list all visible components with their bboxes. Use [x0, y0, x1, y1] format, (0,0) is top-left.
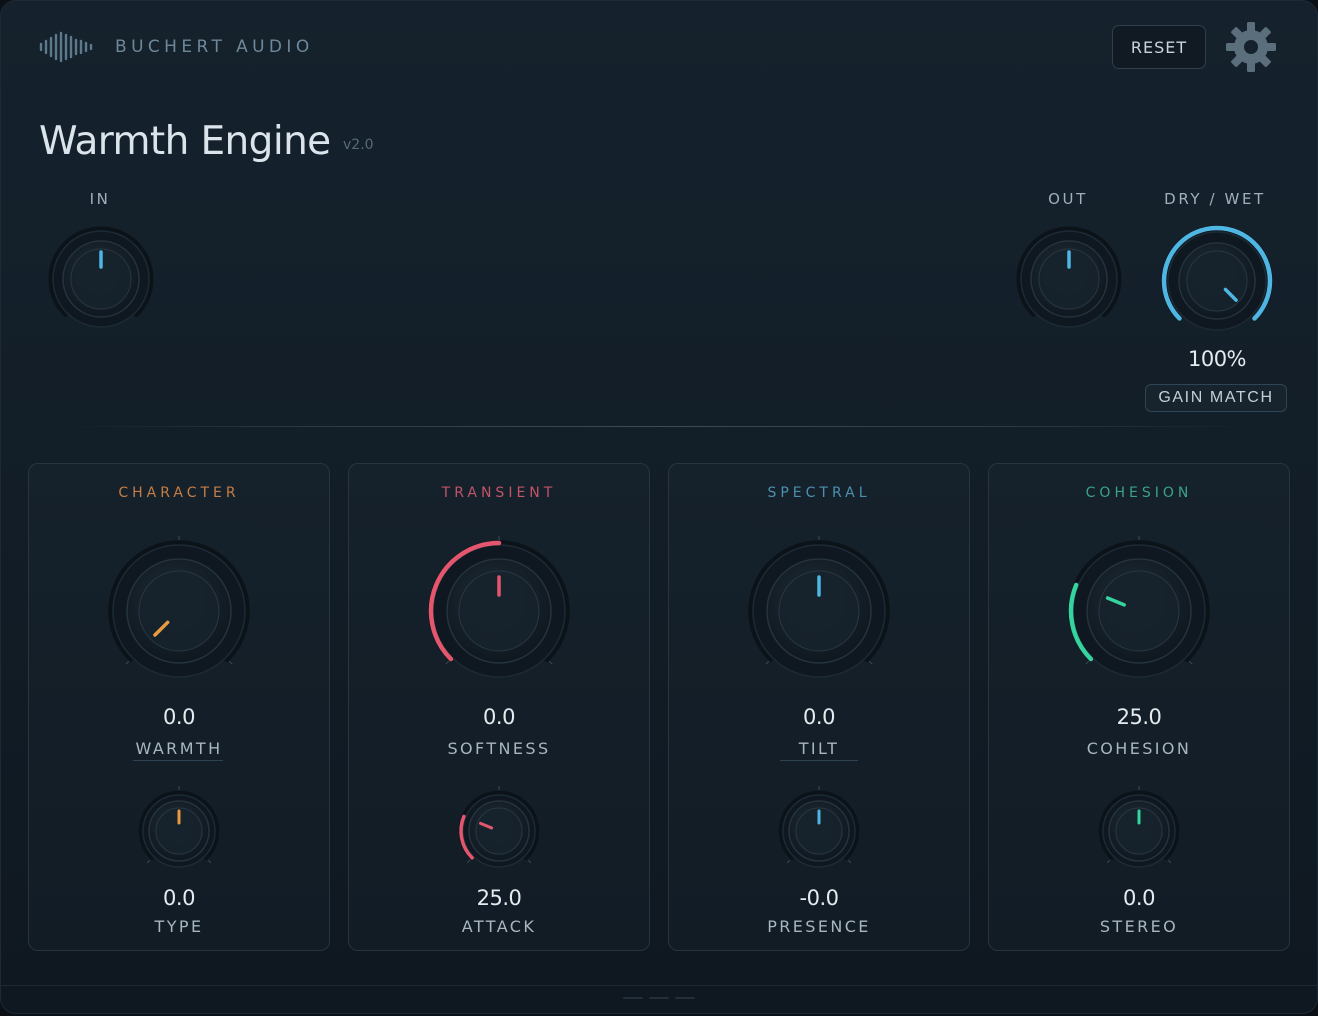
plugin-window: BUCHERT AUDIO RESET Warmth Engine v2.0 I… [0, 0, 1318, 1014]
section-divider [61, 426, 1257, 427]
softness-value: 0.0 [483, 705, 515, 729]
knob-tick [125, 660, 130, 665]
knob-cap [475, 807, 523, 855]
cohesion-knob[interactable] [1059, 531, 1219, 691]
output-label: OUT [1048, 190, 1088, 208]
knob-tick [1167, 859, 1172, 864]
waveform-icon [39, 31, 93, 63]
panel-title: CHARACTER [118, 485, 240, 501]
softness-knob[interactable] [419, 531, 579, 691]
knob-tick [228, 660, 233, 665]
knob-tick [1188, 660, 1193, 665]
dry-wet-knob[interactable] [1159, 223, 1275, 339]
knob-tick [207, 859, 212, 864]
knob-cap [1186, 250, 1248, 312]
knob-tick [847, 859, 852, 864]
type-value: 0.0 [163, 886, 195, 910]
knob-tick [765, 660, 770, 665]
dry-wet-label: DRY / WET [1164, 190, 1266, 208]
resize-grip[interactable] [675, 997, 695, 999]
knob-tick [1106, 859, 1111, 864]
attack-value: 25.0 [476, 886, 522, 910]
footer-divider [1, 985, 1317, 986]
stereo-label: STEREO [1099, 917, 1179, 936]
input-label: IN [89, 190, 111, 208]
tilt-value: 0.0 [803, 705, 835, 729]
warmth-underline [133, 760, 223, 761]
warmth-value: 0.0 [163, 705, 195, 729]
cohesion-label: COHESION [1086, 739, 1192, 758]
panel-title: TRANSIENT [441, 485, 557, 501]
knob-tick [868, 660, 873, 665]
knob-cap [1098, 570, 1180, 652]
attack-knob[interactable] [451, 783, 547, 879]
gear-icon[interactable] [1225, 21, 1277, 73]
tilt-underline [780, 760, 858, 761]
warmth-label: WARMTH [135, 739, 223, 758]
reset-button[interactable]: RESET [1112, 25, 1206, 69]
tilt-knob[interactable] [739, 531, 899, 691]
plugin-title: Warmth Engine [39, 119, 331, 164]
stereo-knob[interactable] [1091, 783, 1187, 879]
presence-knob[interactable] [771, 783, 867, 879]
presence-value: -0.0 [799, 886, 839, 910]
resize-grip[interactable] [623, 997, 643, 999]
knob-tick [445, 660, 450, 665]
knob-tick [548, 660, 553, 665]
knob-tick [527, 859, 532, 864]
panel-title: SPECTRAL [767, 485, 871, 501]
presence-label: PRESENCE [767, 917, 871, 936]
resize-grip[interactable] [649, 997, 669, 999]
warmth-knob[interactable] [99, 531, 259, 691]
output-gain-knob[interactable] [1013, 223, 1125, 335]
brand-name: BUCHERT AUDIO [115, 37, 314, 57]
brand: BUCHERT AUDIO [39, 31, 314, 63]
input-gain-knob[interactable] [45, 223, 157, 335]
attack-label: ATTACK [461, 917, 537, 936]
stereo-value: 0.0 [1123, 886, 1155, 910]
knob-cap [138, 570, 220, 652]
cohesion-value: 25.0 [1116, 705, 1162, 729]
gain-match-button[interactable]: GAIN MATCH [1145, 384, 1287, 412]
knob-tick [466, 859, 471, 864]
knob-tick [146, 859, 151, 864]
knob-tick [786, 859, 791, 864]
version-label: v2.0 [343, 137, 374, 153]
type-knob[interactable] [131, 783, 227, 879]
panel-title: COHESION [1085, 485, 1193, 501]
knob-tick [1085, 660, 1090, 665]
tilt-label: TILT [798, 739, 840, 758]
type-label: TYPE [154, 917, 204, 936]
dry-wet-value: 100% [1187, 347, 1247, 371]
softness-label: SOFTNESS [447, 739, 551, 758]
